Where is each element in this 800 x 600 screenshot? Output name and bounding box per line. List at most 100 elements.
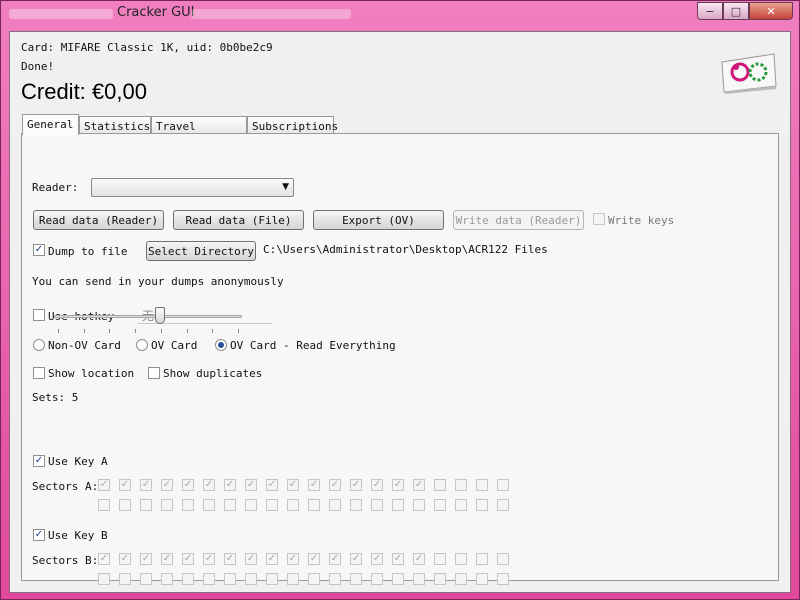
use-hotkey-checkbox[interactable] [33, 309, 45, 321]
minimize-button[interactable]: − [697, 2, 723, 20]
sector-a-checkbox[interactable] [497, 479, 509, 491]
use-key-b-checkbox[interactable]: ✓ [33, 529, 45, 541]
tab-travel-history[interactable]: Travel History [151, 116, 247, 146]
sector-a-checkbox[interactable] [140, 499, 152, 511]
sector-a-checkbox[interactable] [455, 499, 467, 511]
sector-a-checkbox[interactable] [98, 499, 110, 511]
show-location-checkbox[interactable] [33, 367, 45, 379]
sector-a-checkbox[interactable] [203, 499, 215, 511]
sector-b-checkbox[interactable] [434, 553, 446, 565]
title-bar[interactable]: Cracker GUI − □ ✕ [1, 1, 799, 27]
sector-a-checkbox[interactable] [371, 499, 383, 511]
sector-a-checkbox[interactable]: ✓ [224, 479, 236, 491]
sector-b-checkbox[interactable]: ✓ [140, 553, 152, 565]
maximize-button[interactable]: □ [723, 2, 749, 20]
sector-b-checkbox[interactable] [308, 573, 320, 585]
sector-b-checkbox[interactable]: ✓ [329, 553, 341, 565]
sector-b-checkbox[interactable] [413, 573, 425, 585]
sector-a-checkbox[interactable]: ✓ [161, 479, 173, 491]
sector-a-checkbox[interactable]: ✓ [245, 479, 257, 491]
sector-a-checkbox[interactable] [224, 499, 236, 511]
sector-a-checkbox[interactable] [182, 499, 194, 511]
sector-b-checkbox[interactable]: ✓ [182, 553, 194, 565]
sector-b-checkbox[interactable]: ✓ [308, 553, 320, 565]
read-data-reader-button[interactable]: Read data (Reader) [33, 210, 164, 230]
sets-slider-track[interactable] [54, 315, 242, 318]
sector-b-checkbox[interactable] [455, 553, 467, 565]
sector-a-checkbox[interactable] [350, 499, 362, 511]
write-keys-checkbox[interactable] [593, 213, 605, 225]
sector-b-checkbox[interactable] [392, 573, 404, 585]
sector-a-checkbox[interactable]: ✓ [371, 479, 383, 491]
write-data-reader-button[interactable]: Write data (Reader) [453, 210, 584, 230]
reader-select[interactable]: ▼ [91, 178, 294, 197]
sector-a-checkbox[interactable]: ✓ [350, 479, 362, 491]
sector-b-checkbox[interactable] [476, 573, 488, 585]
sector-a-checkbox[interactable] [245, 499, 257, 511]
sector-b-checkbox[interactable]: ✓ [413, 553, 425, 565]
sector-a-checkbox[interactable] [497, 499, 509, 511]
sector-b-checkbox[interactable]: ✓ [119, 553, 131, 565]
sector-b-checkbox[interactable]: ✓ [392, 553, 404, 565]
sector-b-checkbox[interactable]: ✓ [350, 553, 362, 565]
sector-b-checkbox[interactable] [182, 573, 194, 585]
sector-a-checkbox[interactable] [434, 479, 446, 491]
sector-a-checkbox[interactable] [287, 499, 299, 511]
sector-a-checkbox[interactable]: ✓ [119, 479, 131, 491]
sector-b-checkbox[interactable]: ✓ [266, 553, 278, 565]
sector-a-checkbox[interactable]: ✓ [182, 479, 194, 491]
tab-general[interactable]: General [22, 114, 79, 135]
sector-a-checkbox[interactable]: ✓ [329, 479, 341, 491]
tab-subscriptions[interactable]: Subscriptions [247, 116, 338, 134]
sector-b-checkbox[interactable] [161, 573, 173, 585]
sector-b-checkbox[interactable] [98, 573, 110, 585]
sector-a-checkbox[interactable] [119, 499, 131, 511]
sector-a-checkbox[interactable] [266, 499, 278, 511]
sector-a-checkbox[interactable] [308, 499, 320, 511]
sector-a-checkbox[interactable]: ✓ [266, 479, 278, 491]
sector-a-checkbox[interactable] [476, 479, 488, 491]
sector-a-checkbox[interactable]: ✓ [392, 479, 404, 491]
sector-b-checkbox[interactable] [287, 573, 299, 585]
sector-b-checkbox[interactable]: ✓ [371, 553, 383, 565]
sector-b-checkbox[interactable] [434, 573, 446, 585]
sector-b-checkbox[interactable] [476, 553, 488, 565]
sector-a-checkbox[interactable] [455, 479, 467, 491]
select-directory-button[interactable]: Select Directory [146, 241, 256, 261]
sector-a-checkbox[interactable]: ✓ [98, 479, 110, 491]
sector-a-checkbox[interactable]: ✓ [308, 479, 320, 491]
read-data-file-button[interactable]: Read data (File) [173, 210, 304, 230]
sector-a-checkbox[interactable]: ✓ [140, 479, 152, 491]
sector-a-checkbox[interactable] [476, 499, 488, 511]
sector-b-checkbox[interactable]: ✓ [245, 553, 257, 565]
sector-b-checkbox[interactable] [455, 573, 467, 585]
sector-b-checkbox[interactable]: ✓ [224, 553, 236, 565]
radio-ov-card[interactable] [136, 339, 148, 351]
sector-b-checkbox[interactable] [266, 573, 278, 585]
sector-a-checkbox[interactable] [329, 499, 341, 511]
sector-b-checkbox[interactable]: ✓ [203, 553, 215, 565]
sector-a-checkbox[interactable] [434, 499, 446, 511]
sector-b-checkbox[interactable]: ✓ [161, 553, 173, 565]
sector-a-checkbox[interactable]: ✓ [203, 479, 215, 491]
export-ov-button[interactable]: Export (OV) [313, 210, 444, 230]
sector-b-checkbox[interactable]: ✓ [287, 553, 299, 565]
dump-to-file-checkbox[interactable]: ✓ [33, 244, 45, 256]
sector-b-checkbox[interactable] [497, 573, 509, 585]
sector-a-checkbox[interactable]: ✓ [413, 479, 425, 491]
sector-b-checkbox[interactable] [203, 573, 215, 585]
tab-statistics[interactable]: Statistics [79, 116, 151, 134]
sector-b-checkbox[interactable] [224, 573, 236, 585]
sector-b-checkbox[interactable] [140, 573, 152, 585]
sector-b-checkbox[interactable] [245, 573, 257, 585]
sector-b-checkbox[interactable]: ✓ [98, 553, 110, 565]
sector-b-checkbox[interactable] [329, 573, 341, 585]
sector-a-checkbox[interactable] [161, 499, 173, 511]
sector-a-checkbox[interactable]: ✓ [287, 479, 299, 491]
sets-slider-thumb[interactable] [155, 307, 165, 324]
close-button[interactable]: ✕ [749, 2, 793, 20]
radio-ov-card-read-everything[interactable] [215, 339, 227, 351]
sector-b-checkbox[interactable] [371, 573, 383, 585]
sector-b-checkbox[interactable] [497, 553, 509, 565]
sector-a-checkbox[interactable] [413, 499, 425, 511]
